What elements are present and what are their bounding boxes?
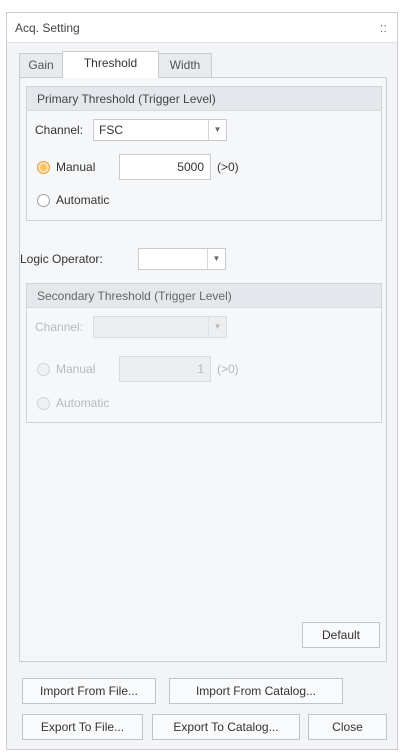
primary-threshold-title: Primary Threshold (Trigger Level) bbox=[27, 87, 381, 111]
import-from-catalog-button[interactable]: Import From Catalog... bbox=[169, 678, 343, 704]
primary-automatic-radio[interactable] bbox=[37, 194, 50, 207]
primary-threshold-group: Primary Threshold (Trigger Level) Channe… bbox=[26, 86, 382, 221]
primary-channel-value: FSC bbox=[99, 123, 123, 137]
secondary-channel-select[interactable]: ▼ bbox=[93, 316, 227, 338]
primary-automatic-label: Automatic bbox=[56, 193, 110, 207]
primary-manual-label: Manual bbox=[56, 160, 96, 174]
secondary-threshold-group: Secondary Threshold (Trigger Level) Chan… bbox=[26, 283, 382, 423]
threshold-tab-body: Primary Threshold (Trigger Level) Channe… bbox=[19, 77, 387, 662]
export-to-catalog-button[interactable]: Export To Catalog... bbox=[152, 714, 300, 740]
secondary-manual-label: Manual bbox=[56, 362, 96, 376]
acq-setting-panel: Acq. Setting :: Gain Threshold Width Pri… bbox=[6, 12, 398, 750]
tab-threshold[interactable]: Threshold bbox=[62, 51, 159, 78]
default-button[interactable]: Default bbox=[302, 622, 380, 648]
grip-icon[interactable]: :: bbox=[380, 20, 387, 35]
tab-gain[interactable]: Gain bbox=[19, 53, 63, 77]
primary-channel-label: Channel: bbox=[35, 123, 84, 137]
primary-channel-select[interactable]: FSC ▼ bbox=[93, 119, 227, 141]
secondary-manual-hint: (>0) bbox=[217, 362, 239, 376]
logic-operator-select[interactable]: ▼ bbox=[138, 248, 226, 270]
close-button[interactable]: Close bbox=[308, 714, 387, 740]
panel-titlebar: Acq. Setting :: bbox=[7, 13, 397, 43]
primary-manual-radio[interactable] bbox=[37, 161, 50, 174]
secondary-channel-label: Channel: bbox=[35, 320, 84, 334]
chevron-down-icon: ▼ bbox=[207, 249, 225, 269]
export-to-file-button[interactable]: Export To File... bbox=[22, 714, 143, 740]
secondary-manual-input[interactable]: 1 bbox=[119, 356, 211, 382]
secondary-automatic-label: Automatic bbox=[56, 396, 110, 410]
chevron-down-icon: ▼ bbox=[208, 317, 226, 337]
secondary-automatic-radio[interactable] bbox=[37, 397, 50, 410]
primary-manual-hint: (>0) bbox=[217, 160, 239, 174]
primary-manual-input[interactable]: 5000 bbox=[119, 154, 211, 180]
secondary-manual-radio[interactable] bbox=[37, 363, 50, 376]
tab-width[interactable]: Width bbox=[158, 53, 212, 77]
secondary-threshold-title: Secondary Threshold (Trigger Level) bbox=[27, 284, 381, 308]
panel-title: Acq. Setting bbox=[15, 21, 80, 35]
import-from-file-button[interactable]: Import From File... bbox=[22, 678, 156, 704]
chevron-down-icon: ▼ bbox=[208, 120, 226, 140]
logic-operator-label: Logic Operator: bbox=[20, 252, 103, 266]
